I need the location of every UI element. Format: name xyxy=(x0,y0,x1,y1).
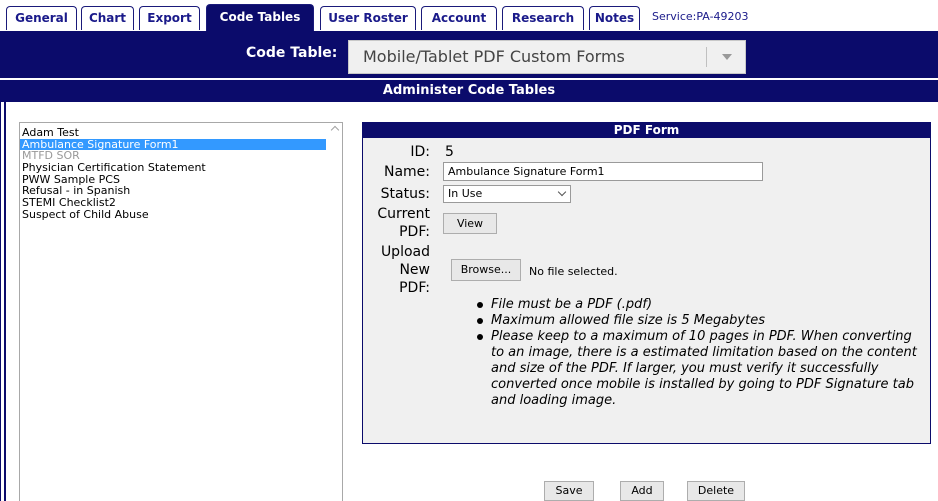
view-button[interactable]: View xyxy=(443,213,497,234)
code-table-selected-value: Mobile/Tablet PDF Custom Forms xyxy=(363,47,625,66)
list-item[interactable]: Adam Test xyxy=(20,127,326,139)
tab-user-roster[interactable]: User Roster xyxy=(320,6,416,30)
status-value: In Use xyxy=(448,187,483,200)
admin-title-bar: Administer Code Tables xyxy=(0,80,938,102)
name-label: Name: xyxy=(383,164,430,180)
note-item: Please keep to a maximum of 10 pages in … xyxy=(471,329,921,409)
upload-label-3: PDF: xyxy=(399,280,430,296)
left-frame-border xyxy=(0,102,1,501)
upload-label-2: New xyxy=(399,262,430,278)
tab-export[interactable]: Export xyxy=(139,6,200,30)
current-pdf-label-2: PDF: xyxy=(399,224,430,240)
add-button[interactable]: Add xyxy=(620,481,664,501)
service-id: Service:PA-49203 xyxy=(652,10,749,23)
tab-research[interactable]: Research xyxy=(502,6,584,30)
note-text: Please keep to a maximum of 10 pages in … xyxy=(491,329,917,408)
status-select[interactable]: In Use xyxy=(443,185,571,203)
code-table-bar: Code Table: Mobile/Tablet PDF Custom For… xyxy=(0,31,938,78)
tab-bar: General Chart Export Code Tables User Ro… xyxy=(0,0,938,31)
name-field[interactable] xyxy=(443,162,763,181)
code-table-label: Code Table: xyxy=(246,45,338,61)
select-divider xyxy=(706,47,707,67)
note-text: File must be a PDF (.pdf) xyxy=(491,297,653,312)
upload-label: Upload xyxy=(380,244,430,260)
tab-general[interactable]: General xyxy=(6,6,77,30)
current-pdf-label: Current xyxy=(377,206,430,222)
chevron-up-icon[interactable] xyxy=(330,125,340,135)
pdf-form-panel: PDF Form ID: 5 Name: Status: In Use Curr… xyxy=(362,122,931,444)
bullet-icon xyxy=(477,318,483,324)
save-button[interactable]: Save xyxy=(544,481,594,501)
status-label: Status: xyxy=(380,186,430,202)
id-value: 5 xyxy=(445,144,454,160)
tab-code-tables[interactable]: Code Tables xyxy=(206,4,314,31)
list-scrollbar[interactable] xyxy=(326,123,342,501)
bullet-icon xyxy=(477,334,483,340)
chevron-down-icon xyxy=(722,54,732,60)
upload-notes: File must be a PDF (.pdf) Maximum allowe… xyxy=(471,297,921,409)
admin-title: Administer Code Tables xyxy=(382,83,556,98)
tab-chart[interactable]: Chart xyxy=(81,6,134,30)
pdf-form-title: PDF Form xyxy=(363,123,930,138)
list-item[interactable]: Suspect of Child Abuse xyxy=(20,209,326,221)
left-frame-border-inner xyxy=(4,102,6,501)
chevron-down-icon xyxy=(557,187,567,197)
note-item: File must be a PDF (.pdf) xyxy=(471,297,921,313)
tab-notes[interactable]: Notes xyxy=(589,6,640,30)
list-item[interactable]: Physician Certification Statement xyxy=(20,162,326,174)
code-table-select[interactable]: Mobile/Tablet PDF Custom Forms xyxy=(348,40,746,74)
file-status-text: No file selected. xyxy=(529,265,618,278)
form-list-items: Adam Test Ambulance Signature Form1 MTFD… xyxy=(20,127,326,221)
delete-button[interactable]: Delete xyxy=(687,481,745,501)
browse-button[interactable]: Browse... xyxy=(451,259,521,281)
note-item: Maximum allowed file size is 5 Megabytes xyxy=(471,313,921,329)
form-list[interactable]: Adam Test Ambulance Signature Form1 MTFD… xyxy=(19,122,343,501)
note-text: Maximum allowed file size is 5 Megabytes xyxy=(491,313,765,328)
id-label: ID: xyxy=(410,144,430,160)
tab-account[interactable]: Account xyxy=(421,6,497,30)
bullet-icon xyxy=(477,302,483,308)
